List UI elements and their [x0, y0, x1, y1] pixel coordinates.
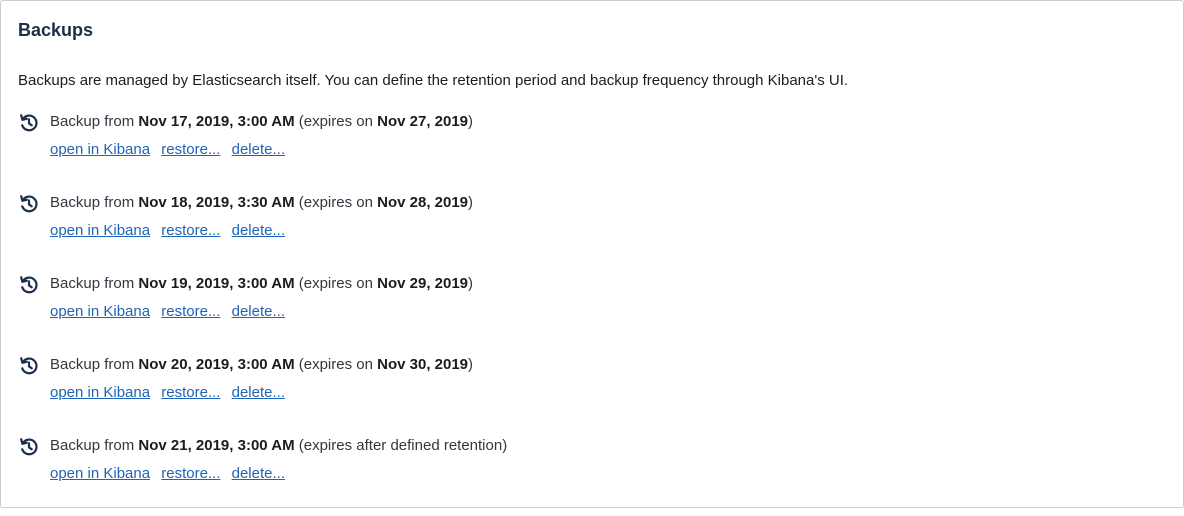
backup-expires-prefix: (expires on: [294, 113, 378, 130]
backup-summary: Backup from Nov 19, 2019, 3:00 AM (expir…: [50, 274, 473, 294]
backup-prefix: Backup from: [50, 194, 139, 211]
open-in-kibana-link[interactable]: open in Kibana: [50, 384, 150, 401]
delete-link[interactable]: delete...: [232, 384, 285, 401]
restore-link[interactable]: restore...: [161, 384, 220, 401]
delete-link[interactable]: delete...: [232, 303, 285, 320]
backup-summary: Backup from Nov 21, 2019, 3:00 AM (expir…: [50, 436, 507, 456]
panel-title: Backups: [18, 20, 94, 40]
backup-expires-date: Nov 30, 2019: [377, 356, 469, 373]
history-icon: [18, 355, 40, 377]
backup-prefix: Backup from: [50, 437, 139, 454]
backup-expires-prefix: (expires on: [294, 194, 378, 211]
backup-prefix: Backup from: [50, 113, 139, 130]
backup-expires-prefix: (expires on: [294, 356, 378, 373]
restore-link[interactable]: restore...: [161, 303, 220, 320]
open-in-kibana-link[interactable]: open in Kibana: [50, 222, 150, 239]
backup-date: Nov 21, 2019, 3:00 AM: [138, 437, 295, 454]
backup-expires-date: Nov 28, 2019: [377, 194, 469, 211]
open-in-kibana-link[interactable]: open in Kibana: [50, 303, 150, 320]
backup-expires-date: Nov 27, 2019: [377, 113, 469, 130]
history-icon: [18, 193, 40, 215]
open-in-kibana-link[interactable]: open in Kibana: [50, 141, 150, 158]
backup-expires-prefix: (expires after defined retention): [294, 437, 508, 454]
backup-date: Nov 20, 2019, 3:00 AM: [138, 356, 295, 373]
history-icon: [18, 112, 40, 134]
backup-actions: open in Kibana restore... delete...: [50, 302, 292, 322]
restore-link[interactable]: restore...: [161, 222, 220, 239]
delete-link[interactable]: delete...: [232, 222, 285, 239]
backup-expires-prefix: (expires on: [294, 275, 378, 292]
open-in-kibana-link[interactable]: open in Kibana: [50, 465, 150, 482]
backup-expires-date: Nov 29, 2019: [377, 275, 469, 292]
backup-summary: Backup from Nov 20, 2019, 3:00 AM (expir…: [50, 355, 473, 375]
backup-prefix: Backup from: [50, 275, 139, 292]
backup-actions: open in Kibana restore... delete...: [50, 464, 292, 484]
restore-link[interactable]: restore...: [161, 141, 220, 158]
backup-date: Nov 17, 2019, 3:00 AM: [138, 113, 295, 130]
history-icon: [18, 274, 40, 296]
backup-date: Nov 18, 2019, 3:30 AM: [138, 194, 295, 211]
panel-description: Backups are managed by Elasticsearch its…: [18, 72, 849, 89]
history-icon: [18, 436, 40, 458]
backups-panel: Backups Backups are managed by Elasticse…: [0, 0, 1184, 508]
backup-expires-suffix: ): [468, 194, 474, 211]
backup-summary: Backup from Nov 18, 2019, 3:30 AM (expir…: [50, 193, 473, 213]
backup-actions: open in Kibana restore... delete...: [50, 140, 292, 160]
backup-expires-suffix: ): [468, 356, 474, 373]
delete-link[interactable]: delete...: [232, 141, 285, 158]
backup-actions: open in Kibana restore... delete...: [50, 221, 292, 241]
backup-expires-suffix: ): [468, 275, 474, 292]
backup-summary: Backup from Nov 17, 2019, 3:00 AM (expir…: [50, 112, 473, 132]
backup-prefix: Backup from: [50, 356, 139, 373]
backup-date: Nov 19, 2019, 3:00 AM: [138, 275, 295, 292]
backup-actions: open in Kibana restore... delete...: [50, 383, 292, 403]
delete-link[interactable]: delete...: [232, 465, 285, 482]
backup-expires-suffix: ): [468, 113, 474, 130]
restore-link[interactable]: restore...: [161, 465, 220, 482]
